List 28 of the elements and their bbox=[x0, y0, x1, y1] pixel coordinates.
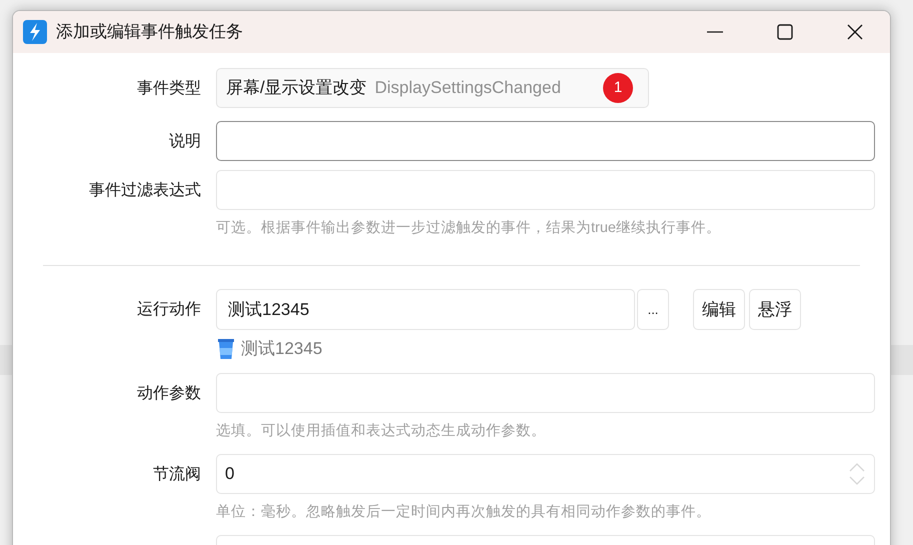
action-field[interactable]: 测试12345 bbox=[216, 288, 635, 330]
hint-text: 单位：毫秒。忽略触发后一定时间内再次触发的具有相同动作参数的事件。 bbox=[216, 502, 712, 522]
number-field[interactable]: 0 bbox=[216, 454, 875, 494]
field-label: 运行动作 bbox=[137, 300, 201, 320]
window-title: 添加或编辑事件触发任务 bbox=[56, 21, 243, 44]
close-icon bbox=[847, 24, 863, 40]
spinner-icon[interactable] bbox=[848, 461, 866, 487]
minimize-icon bbox=[707, 31, 723, 33]
field-label: 事件类型 bbox=[137, 78, 201, 99]
field-value: 0 bbox=[225, 463, 234, 486]
action-button[interactable]: 编辑 bbox=[693, 288, 745, 330]
lightning-icon bbox=[23, 20, 47, 44]
event-type-select[interactable]: 屏幕/显示设置改变 DisplaySettingsChanged 1 bbox=[216, 68, 649, 108]
hint-text: 可选。根据事件输出参数进一步过滤触发的事件，结果为true继续执行事件。 bbox=[216, 219, 722, 238]
chosen-action: 测试12345 bbox=[241, 338, 322, 360]
count-badge: 1 bbox=[603, 73, 633, 103]
field-label: 事件过滤表达式 bbox=[89, 180, 201, 201]
text-field[interactable] bbox=[216, 121, 875, 161]
cup-icon bbox=[216, 336, 236, 361]
field-label: 节流阀 bbox=[153, 464, 201, 485]
action-button[interactable]: 悬浮 bbox=[749, 288, 801, 330]
maximize-icon bbox=[777, 24, 793, 40]
browse-button[interactable]: ... bbox=[637, 288, 669, 330]
event-type-value: 屏幕/显示设置改变 bbox=[226, 77, 367, 100]
field-label: 说明 bbox=[169, 132, 201, 152]
field-label: 动作参数 bbox=[137, 384, 201, 404]
event-type-code: DisplaySettingsChanged bbox=[374, 77, 561, 100]
hint-text: 选填。可以使用插值和表达式动态生成动作参数。 bbox=[216, 422, 547, 442]
